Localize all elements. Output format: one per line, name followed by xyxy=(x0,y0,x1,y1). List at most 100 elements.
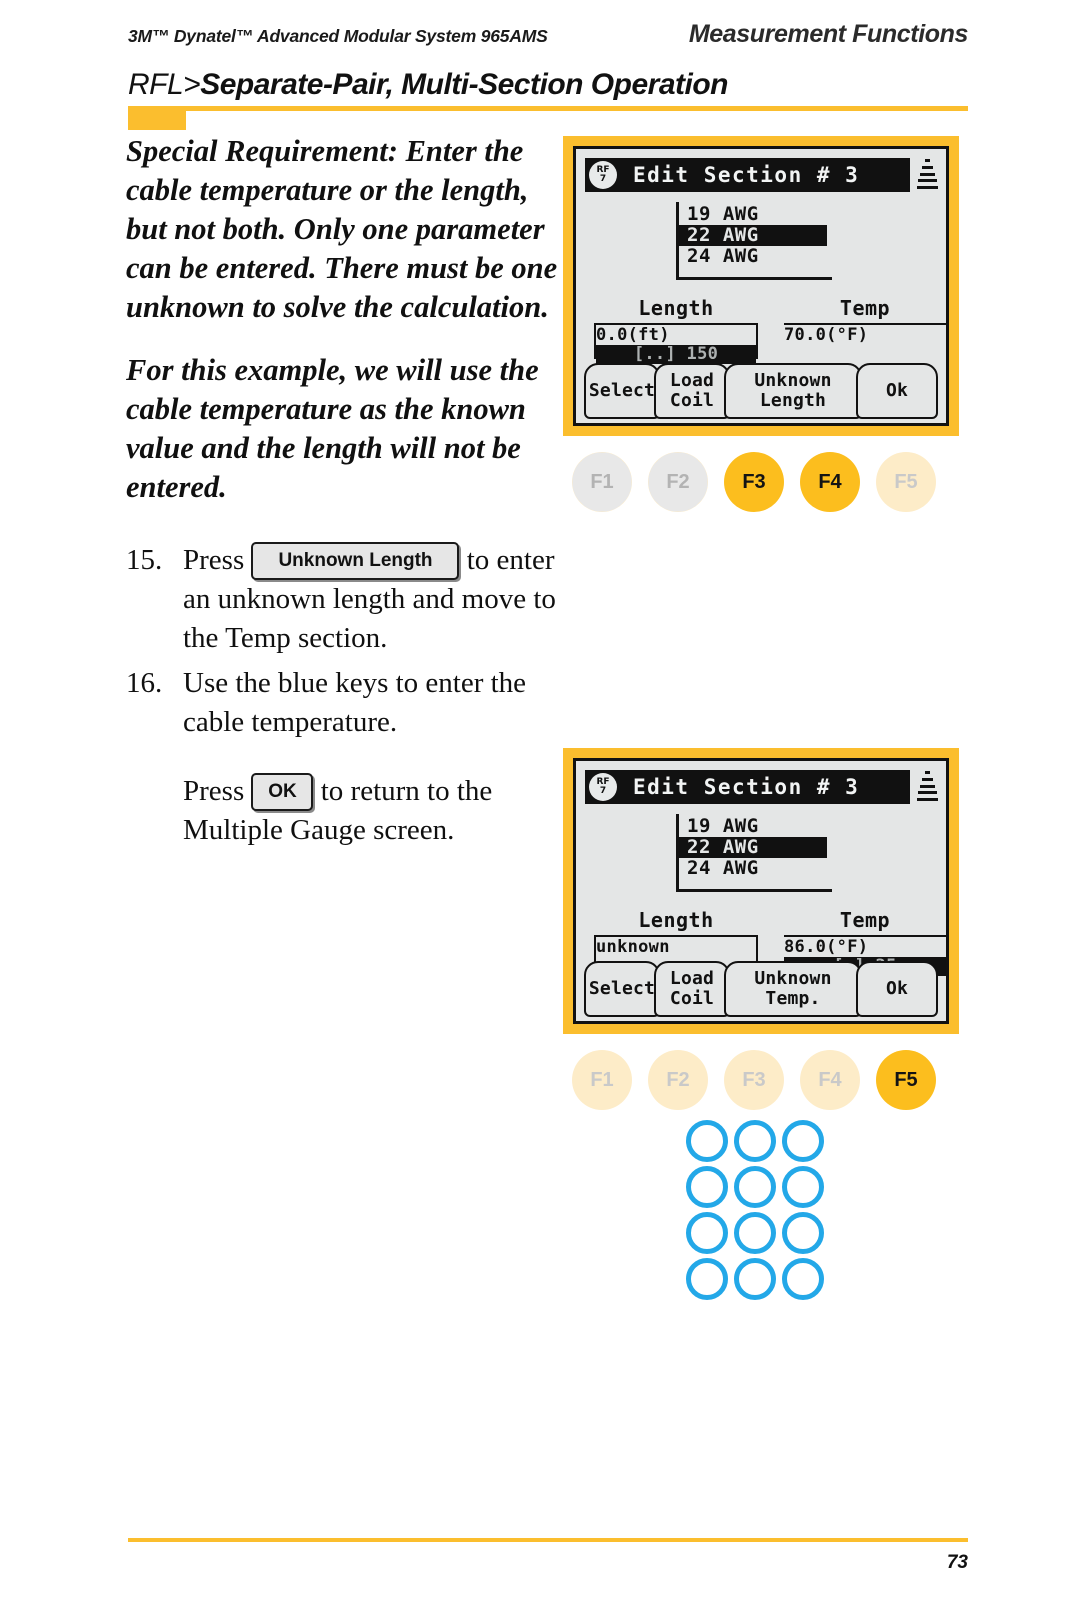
page-number: 73 xyxy=(946,1552,968,1573)
signal-meter-icon xyxy=(916,771,938,801)
temp-value: 70.0(°F) xyxy=(784,325,869,345)
lcd-title: Edit Section # 3 xyxy=(633,163,860,187)
list-item[interactable]: 22 AWG xyxy=(679,837,827,858)
softkey-label: Unknown xyxy=(754,370,832,391)
lcd-fields: Length 0.0(ft) [..] 150 Temp 70.0(°F) xyxy=(586,296,946,373)
list-item[interactable]: 22 AWG xyxy=(679,225,827,246)
step-text-before: Press xyxy=(183,544,245,576)
fkey-f3[interactable]: F3 xyxy=(724,1050,784,1110)
keypad-key[interactable] xyxy=(734,1120,776,1162)
softkey-bar: Select Load Coil Unknown Length Ok xyxy=(584,363,938,419)
page-title-main: Separate-Pair, Multi-Section Operation xyxy=(200,68,728,101)
list-item: 15. Press Unknown Length to enter an unk… xyxy=(126,541,558,658)
softkey-unknown-temp[interactable]: Unknown Temp. xyxy=(724,961,862,1017)
lcd-title-bar: RF 7 Edit Section # 3 xyxy=(585,770,910,804)
gauge-list[interactable]: 19 AWG 22 AWG 24 AWG xyxy=(676,814,832,892)
lcd-title-bar: RF 7 Edit Section # 3 xyxy=(585,158,910,192)
softkey-label: Ok xyxy=(885,380,909,401)
keypad-key[interactable] xyxy=(734,1258,776,1300)
softkey-label-2: Temp. xyxy=(765,988,821,1009)
length-input[interactable]: 0.0(ft) [..] 150 xyxy=(594,323,758,364)
list-item[interactable]: 24 AWG xyxy=(679,246,832,267)
softkey-label: Select xyxy=(588,978,656,999)
length-value: 0.0(ft) xyxy=(596,325,670,345)
keypad-key[interactable] xyxy=(782,1212,824,1254)
softkey-unknown-length[interactable]: Unknown Length xyxy=(724,363,862,419)
softkey-load-coil[interactable]: Load Coil xyxy=(654,961,730,1017)
header-product-name: 3M™ Dynatel™ Advanced Modular System 965… xyxy=(128,26,548,46)
softkey-label-2: Coil xyxy=(669,390,715,411)
ok-button[interactable]: OK xyxy=(251,773,314,811)
rf-icon-bottom: 7 xyxy=(599,174,607,184)
rf-icon-bottom: 7 xyxy=(599,786,607,796)
step-text: Press Unknown Length to enter an unknown… xyxy=(183,541,558,658)
gauge-list[interactable]: 19 AWG 22 AWG 24 AWG xyxy=(676,202,832,280)
step-text-main: Use the blue keys to enter the cable tem… xyxy=(183,667,527,738)
softkey-ok[interactable]: Ok xyxy=(856,961,938,1017)
page-title: RFL>Separate-Pair, Multi-Section Operati… xyxy=(128,68,728,102)
header-accent-tab xyxy=(128,106,186,130)
softkey-label: Load xyxy=(669,968,715,989)
keypad-key[interactable] xyxy=(782,1258,824,1300)
lcd-display: RF 7 Edit Section # 3 19 AWG 22 AWG 24 A… xyxy=(573,146,949,426)
fkey-f2[interactable]: F2 xyxy=(648,1050,708,1110)
keypad-key[interactable] xyxy=(686,1212,728,1254)
keypad-key[interactable] xyxy=(734,1212,776,1254)
softkey-ok[interactable]: Ok xyxy=(856,363,938,419)
unknown-length-button[interactable]: Unknown Length xyxy=(251,542,460,580)
list-item[interactable]: 19 AWG xyxy=(679,204,832,225)
header-divider xyxy=(128,106,968,111)
signal-meter-icon xyxy=(916,159,938,189)
fkey-f1[interactable]: F1 xyxy=(572,1050,632,1110)
lcd-display: RF 7 Edit Section # 3 19 AWG 22 AWG 24 A… xyxy=(573,758,949,1024)
length-value-secondary: [..] 150 xyxy=(596,345,756,364)
softkey-load-coil[interactable]: Load Coil xyxy=(654,363,730,419)
temp-label: Temp xyxy=(839,908,891,932)
length-value: unknown xyxy=(596,937,670,957)
temp-value: 86.0(°F) xyxy=(784,937,869,957)
substep-text-before: Press xyxy=(183,775,245,807)
fkeys-step-16: F1 F2 F3 F4 F5 xyxy=(572,1050,952,1110)
keypad-key[interactable] xyxy=(782,1120,824,1162)
softkey-label-2: Length xyxy=(759,390,827,411)
special-requirement-paragraph: Special Requirement: Enter the cable tem… xyxy=(126,134,558,324)
list-item[interactable]: 24 AWG xyxy=(679,858,832,879)
fkey-f4[interactable]: F4 xyxy=(800,1050,860,1110)
rf-icon: RF 7 xyxy=(589,161,617,189)
length-label: Length xyxy=(638,296,714,320)
fkey-f3[interactable]: F3 xyxy=(724,452,784,512)
step-number: 16. xyxy=(126,667,163,699)
rf-icon: RF 7 xyxy=(589,773,617,801)
header-section-name: Measurement Functions xyxy=(688,20,969,48)
footer-divider xyxy=(128,1538,968,1542)
device-screen-step-16: RF 7 Edit Section # 3 19 AWG 22 AWG 24 A… xyxy=(563,748,959,1034)
temp-input[interactable]: 70.0(°F) xyxy=(784,323,946,359)
numeric-keypad xyxy=(686,1120,830,1304)
softkey-select[interactable]: Select xyxy=(584,363,660,419)
softkey-label: Unknown xyxy=(754,968,832,989)
keypad-key[interactable] xyxy=(782,1166,824,1208)
example-note-paragraph: For this example, we will use the cable … xyxy=(126,353,539,504)
fkeys-step-15: F1 F2 F3 F4 F5 xyxy=(572,452,952,512)
page-title-prefix: RFL> xyxy=(128,68,201,101)
lcd-title: Edit Section # 3 xyxy=(633,775,860,799)
keypad-key[interactable] xyxy=(686,1120,728,1162)
fkey-f4[interactable]: F4 xyxy=(800,452,860,512)
temp-field-group: Temp 70.0(°F) xyxy=(784,297,946,359)
softkey-select[interactable]: Select xyxy=(584,961,660,1017)
keypad-key[interactable] xyxy=(734,1166,776,1208)
softkey-bar: Select Load Coil Unknown Temp. Ok xyxy=(584,961,938,1017)
fkey-f2[interactable]: F2 xyxy=(648,452,708,512)
softkey-label-2: Coil xyxy=(669,988,715,1009)
keypad-key[interactable] xyxy=(686,1258,728,1300)
page-header: 3M™ Dynatel™ Advanced Modular System 965… xyxy=(128,20,968,49)
keypad-key[interactable] xyxy=(686,1166,728,1208)
softkey-label: Load xyxy=(669,370,715,391)
fkey-f5[interactable]: F5 xyxy=(876,452,936,512)
length-field-group: Length 0.0(ft) [..] 150 xyxy=(594,296,758,364)
step-substep: Press OK to return to the Multiple Gauge… xyxy=(183,772,558,850)
content-column: Special Requirement: Enter the cable tem… xyxy=(126,132,558,856)
fkey-f1[interactable]: F1 xyxy=(572,452,632,512)
fkey-f5[interactable]: F5 xyxy=(876,1050,936,1110)
list-item[interactable]: 19 AWG xyxy=(679,816,832,837)
